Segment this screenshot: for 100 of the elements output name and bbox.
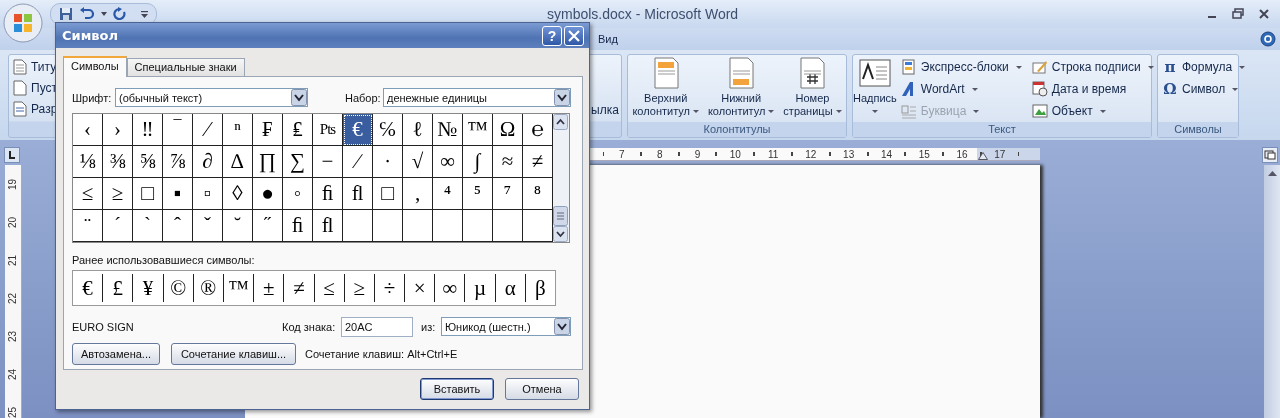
- symbol-cell[interactable]: ℅: [373, 114, 403, 146]
- symbol-cell[interactable]: ﬂ: [313, 210, 343, 242]
- ribbon-button[interactable]: ылка: [591, 103, 619, 117]
- scrollbar[interactable]: [553, 114, 569, 242]
- ribbon-button[interactable]: Объект: [1031, 100, 1154, 122]
- symbol-cell[interactable]: ⅛: [73, 146, 103, 178]
- scroll-thumb[interactable]: [553, 206, 569, 226]
- symbol-cell[interactable]: ≥: [344, 274, 375, 302]
- ribbon-tab[interactable]: Вид: [598, 31, 618, 47]
- dialog-button[interactable]: Отмена: [505, 378, 579, 400]
- symbol-cell[interactable]: £: [103, 274, 134, 302]
- symbol-cell[interactable]: €: [343, 114, 373, 146]
- symbol-cell[interactable]: ●: [253, 178, 283, 210]
- dialog-button[interactable]: Сочетание клавиш...: [171, 342, 296, 365]
- symbol-cell[interactable]: ∏: [253, 146, 283, 178]
- symbol-cell[interactable]: ˇ: [193, 210, 223, 242]
- ribbon-button[interactable]: Титу: [31, 60, 57, 74]
- symbol-cell[interactable]: ×: [405, 274, 436, 302]
- restore-icon[interactable]: [1232, 8, 1244, 20]
- symbol-cell[interactable]: ⁷: [493, 178, 523, 210]
- symbol-cell[interactable]: √: [403, 146, 433, 178]
- symbol-cell[interactable]: ⁴: [433, 178, 463, 210]
- symbol-cell[interactable]: ∆: [223, 146, 253, 178]
- symbol-cell[interactable]: ∂: [193, 146, 223, 178]
- ribbon-button[interactable]: Надпись: [853, 55, 897, 122]
- dialog-tab[interactable]: Специальные знаки: [126, 58, 245, 76]
- symbol-cell[interactable]: ™: [463, 114, 493, 146]
- symbol-cell[interactable]: ﬁ: [313, 178, 343, 210]
- indent-marker-icon[interactable]: [978, 152, 988, 160]
- symbol-cell[interactable]: ∞: [435, 274, 466, 302]
- symbol-cell[interactable]: ¥: [133, 274, 164, 302]
- symbol-cell[interactable]: ◦: [283, 178, 313, 210]
- symbol-cell[interactable]: [373, 210, 403, 242]
- encoding-dropdown[interactable]: Юникод (шестн.): [441, 317, 571, 336]
- close-button[interactable]: [564, 25, 584, 46]
- symbol-cell[interactable]: [493, 210, 523, 242]
- scroll-down-icon[interactable]: [553, 226, 569, 242]
- symbol-cell[interactable]: [343, 210, 373, 242]
- symbol-cell[interactable]: ˋ: [133, 210, 163, 242]
- symbol-cell[interactable]: ▫: [193, 178, 223, 210]
- symbol-cell[interactable]: ◊: [223, 178, 253, 210]
- ribbon-button[interactable]: Строка подписи: [1031, 56, 1154, 78]
- symbol-cell[interactable]: ‼: [133, 114, 163, 146]
- dialog-tab[interactable]: Символы: [63, 56, 127, 77]
- symbol-cell[interactable]: ℓ: [403, 114, 433, 146]
- symbol-cell[interactable]: ⁄: [193, 114, 223, 146]
- symbol-cell[interactable]: ≥: [103, 178, 133, 210]
- symbol-cell[interactable]: ¨: [73, 210, 103, 242]
- symbol-cell[interactable]: ⅜: [103, 146, 133, 178]
- symbol-cell[interactable]: ›: [103, 114, 133, 146]
- symbol-cell[interactable]: ⁿ: [223, 114, 253, 146]
- ribbon-button[interactable]: Номер страницы: [783, 55, 842, 122]
- close-icon[interactable]: [1258, 8, 1270, 20]
- symbol-cell[interactable]: ₤: [283, 114, 313, 146]
- symbol-cell[interactable]: ˊ: [103, 210, 133, 242]
- ribbon-button[interactable]: Экспресс-блоки: [900, 56, 1022, 78]
- symbol-cell[interactable]: №: [433, 114, 463, 146]
- ribbon-button[interactable]: WordArt: [900, 78, 1022, 100]
- customize-menu-icon[interactable]: [141, 10, 148, 18]
- symbol-cell[interactable]: ≤: [314, 274, 345, 302]
- ribbon-button[interactable]: π Формула: [1162, 56, 1246, 78]
- symbol-cell[interactable]: ‹: [73, 114, 103, 146]
- symbol-cell[interactable]: ®: [193, 274, 224, 302]
- symbol-cell[interactable]: □: [373, 178, 403, 210]
- symbol-cell[interactable]: ©: [163, 274, 194, 302]
- ribbon-button[interactable]: Нижний колонтитул: [707, 55, 775, 122]
- symbol-cell[interactable]: ≠: [284, 274, 315, 302]
- symbol-cell[interactable]: €: [73, 274, 104, 302]
- symbol-cell[interactable]: [403, 210, 433, 242]
- symbol-cell[interactable]: ˝: [253, 210, 283, 242]
- help-button[interactable]: ?: [542, 25, 562, 46]
- symbol-cell[interactable]: ˆ: [163, 210, 193, 242]
- symbol-cell[interactable]: ⅞: [163, 146, 193, 178]
- symbol-cell[interactable]: ≈: [493, 146, 523, 178]
- redo-icon[interactable]: [113, 7, 127, 21]
- symbol-cell[interactable]: ﬁ: [283, 210, 313, 242]
- symbol-cell[interactable]: [463, 210, 493, 242]
- code-input[interactable]: 20AC: [341, 316, 413, 337]
- symbol-cell[interactable]: ™: [223, 274, 255, 302]
- ribbon-button[interactable]: Ω Символ: [1162, 78, 1246, 100]
- dialog-button[interactable]: Вставить: [420, 378, 494, 400]
- scroll-up-icon[interactable]: [1267, 171, 1277, 176]
- symbol-cell[interactable]: □: [133, 178, 163, 210]
- symbol-cell[interactable]: ⅝: [133, 146, 163, 178]
- dialog-button[interactable]: Автозамена...: [72, 342, 160, 365]
- symbol-cell[interactable]: ₣: [253, 114, 283, 146]
- symbol-cell[interactable]: µ: [465, 274, 496, 302]
- symbol-cell[interactable]: ﬂ: [343, 178, 373, 210]
- scrollbar[interactable]: [1264, 165, 1280, 418]
- scroll-up-icon[interactable]: [553, 114, 569, 130]
- symbol-cell[interactable]: ‚: [403, 178, 433, 210]
- save-icon[interactable]: [59, 7, 73, 21]
- symbol-cell[interactable]: ÷: [374, 274, 406, 302]
- symbol-cell[interactable]: Ω: [493, 114, 523, 146]
- symbol-cell[interactable]: ∞: [433, 146, 463, 178]
- undo-icon[interactable]: [79, 7, 95, 21]
- subset-dropdown[interactable]: денежные единицы: [383, 88, 571, 107]
- symbol-cell[interactable]: ∕: [343, 146, 373, 178]
- ruler-toggle-icon[interactable]: [1262, 146, 1278, 163]
- ribbon-button[interactable]: Дата и время: [1031, 78, 1154, 100]
